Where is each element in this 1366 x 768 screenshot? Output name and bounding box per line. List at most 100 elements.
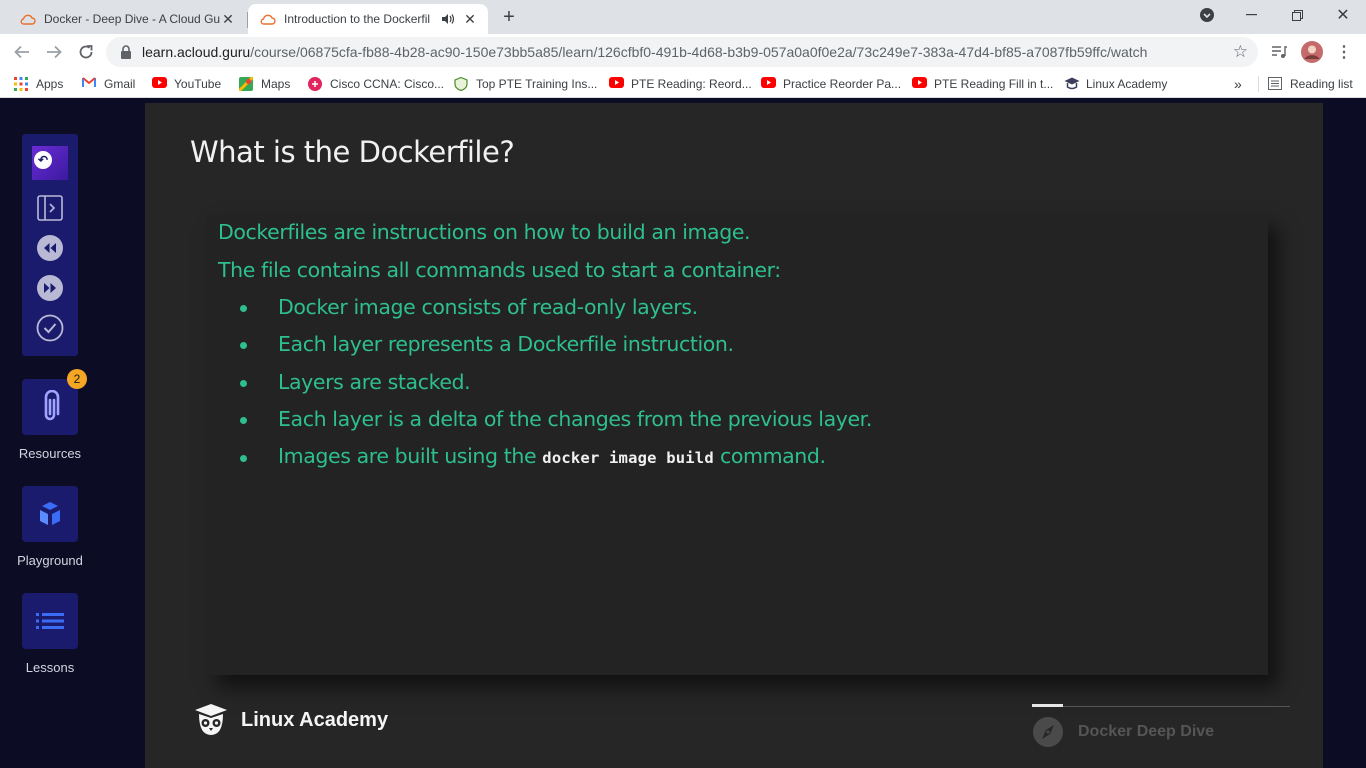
- right-margin: [1323, 98, 1366, 768]
- video-player[interactable]: What is the Dockerfile? Dockerfiles are …: [145, 103, 1323, 768]
- bullet-dot: [240, 305, 247, 312]
- back-to-course-icon[interactable]: ↶: [34, 151, 52, 169]
- acloudguru-cloud-icon: [20, 11, 36, 27]
- speaker-icon[interactable]: [440, 11, 456, 27]
- bullet-text: Each layer represents a Dockerfile instr…: [278, 332, 734, 356]
- youtube-icon: [609, 77, 624, 91]
- resources-label[interactable]: Resources: [0, 446, 100, 461]
- mark-complete-button[interactable]: [36, 314, 64, 342]
- tab-title: Introduction to the Dockerfil: [284, 12, 431, 26]
- tab-search-icon[interactable]: [1184, 0, 1230, 30]
- reading-list-icon: [1268, 77, 1282, 91]
- bullet-dot: [240, 455, 247, 462]
- bookmark-youtube[interactable]: YouTube: [152, 75, 221, 93]
- bookmark-practice-reorder[interactable]: Practice Reorder Pa...: [761, 75, 901, 93]
- course-thumbnail[interactable]: ↶: [32, 146, 68, 180]
- maps-icon: [237, 75, 255, 93]
- youtube-icon: [152, 77, 167, 91]
- course-progress-track: [1032, 706, 1290, 707]
- more-bookmarks-button[interactable]: »: [1234, 75, 1242, 93]
- paperclip-icon: [44, 390, 60, 421]
- tab-introduction-dockerfile[interactable]: Introduction to the Dockerfil ✕: [248, 4, 488, 34]
- profile-avatar[interactable]: [1300, 40, 1324, 64]
- bookmark-label: Maps: [261, 77, 291, 91]
- bookmark-linux-academy[interactable]: Linux Academy: [1064, 75, 1167, 93]
- bookmarks-divider: [1258, 76, 1259, 92]
- playground-button[interactable]: [22, 486, 78, 542]
- bullet-text-last: Images are built using the docker image …: [278, 444, 826, 468]
- toggle-sidebar-button[interactable]: [36, 194, 64, 222]
- code-snippet: docker image build: [542, 449, 714, 467]
- youtube-icon: [912, 77, 927, 91]
- chrome-menu-icon[interactable]: ⋮: [1332, 40, 1356, 64]
- youtube-icon: [761, 77, 776, 91]
- close-tab-icon[interactable]: ✕: [462, 11, 478, 27]
- bullet-text: Each layer is a delta of the changes fro…: [278, 407, 872, 431]
- previous-lesson-button[interactable]: [36, 234, 64, 262]
- bookmark-top-pte[interactable]: Top PTE Training Ins...: [454, 75, 597, 93]
- lock-icon[interactable]: [120, 45, 132, 59]
- bookmark-pte-reading-reorder[interactable]: PTE Reading: Reord...: [609, 75, 752, 93]
- bookmark-label: PTE Reading: Reord...: [631, 77, 752, 91]
- bookmark-maps[interactable]: Maps: [237, 75, 291, 93]
- next-lesson-button[interactable]: [36, 274, 64, 302]
- bookmark-label: Practice Reorder Pa...: [783, 77, 902, 91]
- tab-docker-deep-dive[interactable]: Docker - Deep Dive - A Cloud Gu ✕: [8, 4, 246, 34]
- apps-grid-icon: [14, 77, 28, 91]
- reload-icon[interactable]: [72, 38, 100, 66]
- url-text[interactable]: learn.acloud.guru/course/06875cfa-fb88-4…: [142, 44, 1147, 60]
- acloudguru-cloud-icon: [260, 11, 276, 27]
- reading-list-button[interactable]: Reading list: [1258, 75, 1353, 93]
- forward-arrow-icon[interactable]: [40, 38, 68, 66]
- player-controls-panel: ↶: [22, 134, 78, 356]
- back-arrow-icon[interactable]: [8, 38, 36, 66]
- address-bar[interactable]: learn.acloud.guru/course/06875cfa-fb88-4…: [106, 37, 1258, 67]
- course-name: Docker Deep Dive: [1078, 723, 1215, 740]
- close-tab-icon[interactable]: ✕: [220, 11, 236, 27]
- rewind-icon: [37, 235, 63, 261]
- playground-label[interactable]: Playground: [0, 553, 100, 568]
- bookmark-gmail[interactable]: Gmail: [82, 75, 135, 93]
- bullet-text: Layers are stacked.: [278, 370, 471, 394]
- restore-icon[interactable]: [1274, 0, 1320, 30]
- checkmark-circle-icon: [36, 314, 64, 342]
- bullet-dot: [240, 417, 247, 424]
- lessons-button[interactable]: [22, 593, 78, 649]
- brand-name: Linux Academy: [241, 708, 389, 731]
- resources-count-badge: 2: [67, 369, 87, 389]
- close-window-icon[interactable]: ✕: [1320, 0, 1366, 30]
- bookmark-label: YouTube: [174, 77, 222, 91]
- course-progress-fill: [1032, 704, 1063, 707]
- media-controls-icon[interactable]: [1267, 40, 1291, 64]
- bookmark-star-icon[interactable]: ☆: [1233, 42, 1248, 62]
- resources-button[interactable]: [22, 379, 78, 435]
- tab-strip: Docker - Deep Dive - A Cloud Gu ✕ Introd…: [0, 0, 1366, 34]
- url-path: /course/06875cfa-fb88-4b28-ac90-150e73bb…: [250, 44, 1148, 60]
- owl-mortarboard-icon: [195, 704, 227, 735]
- panel-toggle-icon: [37, 195, 63, 221]
- bullet-prefix: Images are built using the: [278, 444, 537, 468]
- compass-icon: [1033, 717, 1063, 747]
- shield-icon: [454, 76, 468, 92]
- bullet-dot: [240, 342, 247, 349]
- bookmark-label: Top PTE Training Ins...: [476, 77, 598, 91]
- minimize-icon[interactable]: [1228, 0, 1274, 30]
- list-icon: [36, 613, 64, 629]
- tab-title: Docker - Deep Dive - A Cloud Gu: [44, 12, 220, 26]
- browser-toolbar: learn.acloud.guru/course/06875cfa-fb88-4…: [0, 34, 1366, 70]
- bookmark-label: Gmail: [104, 77, 136, 91]
- slide-content-box: Dockerfiles are instructions on how to b…: [207, 215, 1268, 675]
- lessons-label[interactable]: Lessons: [0, 660, 100, 675]
- cubes-icon: [40, 502, 60, 525]
- url-host: learn.acloud.guru: [142, 44, 251, 60]
- bookmark-label: PTE Reading Fill in t...: [934, 77, 1054, 91]
- linux-academy-logo: Linux Academy: [193, 703, 388, 737]
- bookmark-apps[interactable]: Apps: [14, 75, 63, 93]
- bookmark-pte-reading-fill[interactable]: PTE Reading Fill in t...: [912, 75, 1053, 93]
- new-tab-button[interactable]: +: [496, 6, 522, 30]
- bookmark-label: Cisco CCNA: Cisco...: [330, 77, 445, 91]
- bookmark-cisco-ccna[interactable]: Cisco CCNA: Cisco...: [308, 75, 444, 93]
- course-sidebar: ↶ 2 Resources Playground Lessons: [0, 98, 100, 768]
- course-page: ↶ 2 Resources Playground Lessons What is…: [0, 98, 1366, 768]
- fast-forward-icon: [37, 275, 63, 301]
